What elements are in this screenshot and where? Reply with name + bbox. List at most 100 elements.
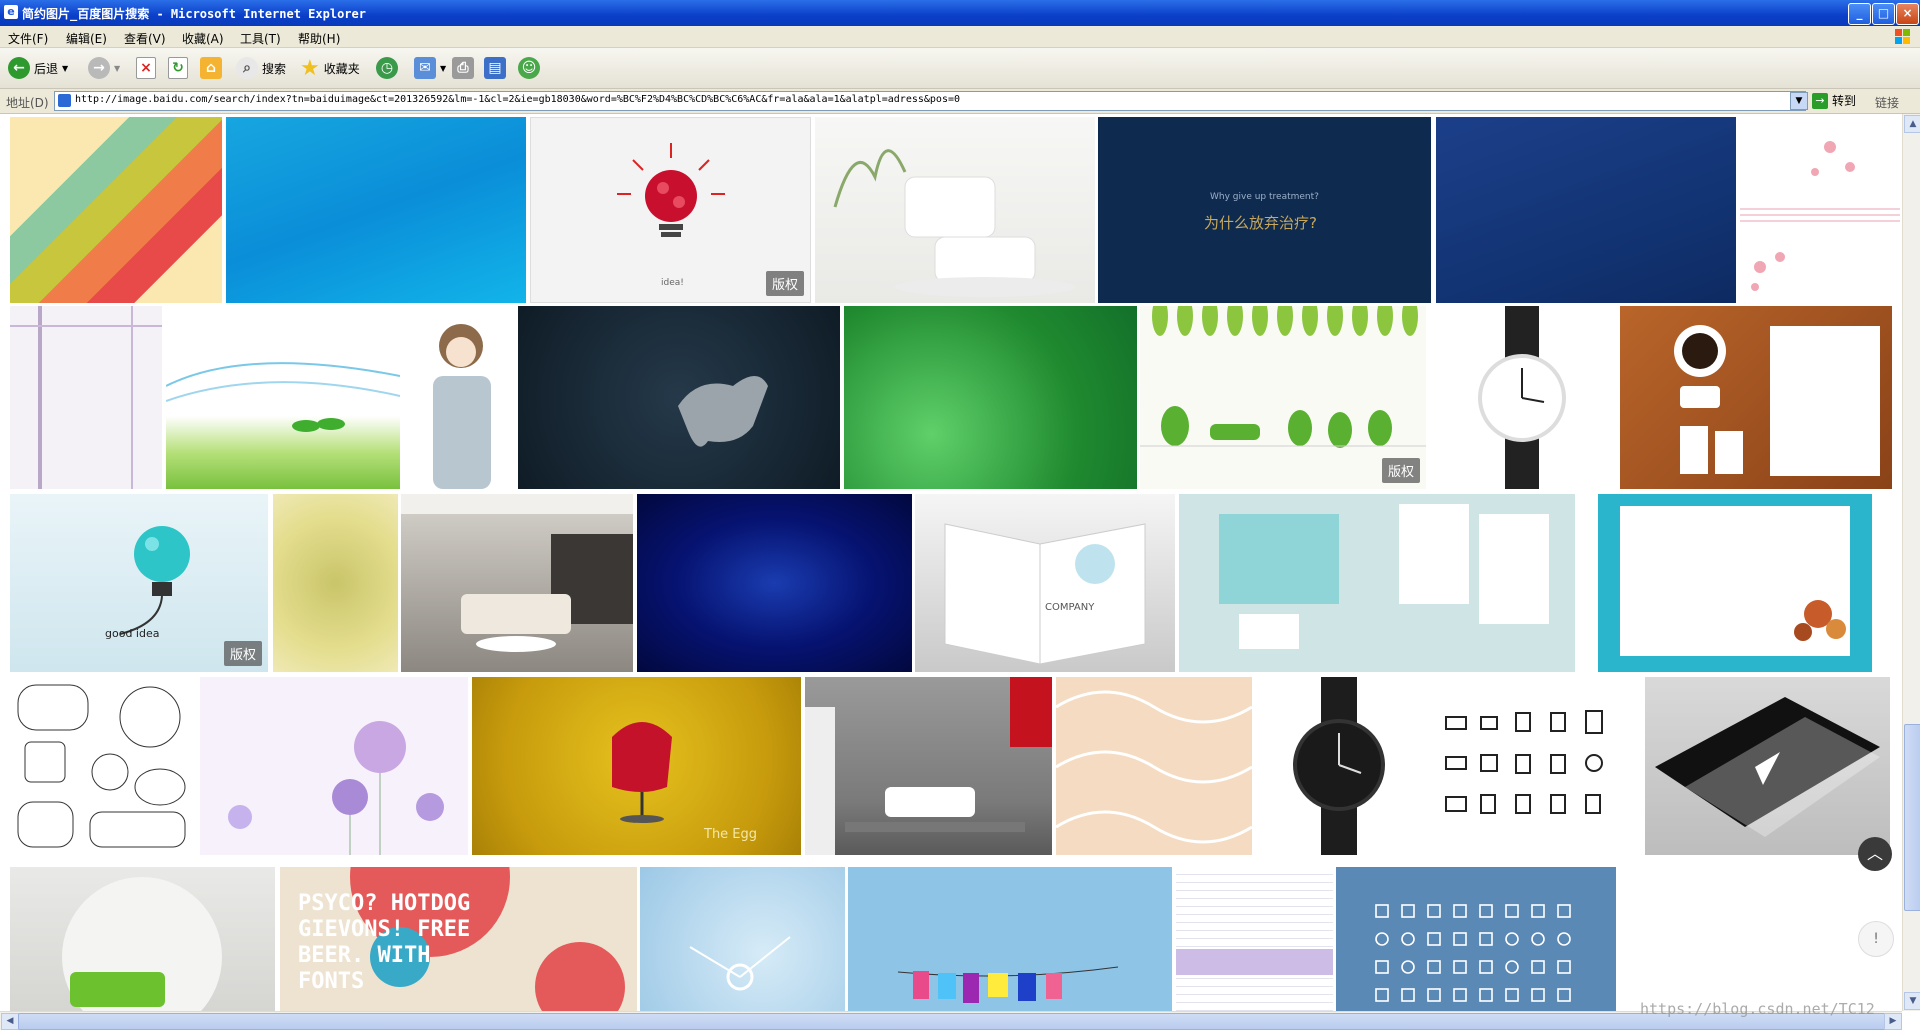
edit-button[interactable]: ▤ — [484, 55, 506, 81]
scroll-right-icon[interactable]: ▶ — [1884, 1013, 1902, 1030]
mail-button[interactable]: ✉ ▼ — [414, 55, 446, 81]
result-image[interactable] — [848, 867, 1172, 1011]
stop-icon: × — [136, 57, 156, 79]
image-caption: The Egg — [704, 827, 758, 842]
result-image[interactable] — [1336, 867, 1616, 1011]
result-image[interactable] — [166, 306, 400, 489]
links-label[interactable]: 链接 — [1875, 94, 1899, 111]
maximize-button[interactable]: □ — [1872, 3, 1895, 25]
forward-button[interactable]: → ▼ — [88, 55, 120, 81]
result-image[interactable] — [401, 494, 633, 672]
result-image[interactable] — [1179, 494, 1575, 672]
back-to-top-button[interactable]: ︿ — [1858, 837, 1892, 871]
vertical-scrollbar[interactable]: ▲ ▼ — [1902, 114, 1920, 1011]
menu-view[interactable]: 查看(V) — [124, 30, 166, 47]
copyright-badge: 版权 — [223, 641, 262, 666]
result-image[interactable] — [10, 677, 197, 855]
mail-icon: ✉ — [414, 57, 436, 79]
forward-arrow-icon: → — [88, 57, 110, 79]
address-bar: 地址(D) http://image.baidu.com/search/inde… — [0, 89, 1920, 114]
close-button[interactable]: × — [1896, 3, 1919, 25]
menu-edit[interactable]: 编辑(E) — [66, 30, 107, 47]
result-image[interactable] — [1436, 117, 1736, 303]
scrollbar-thumb[interactable] — [1904, 724, 1920, 911]
star-icon: ★ — [300, 55, 320, 81]
favorites-button[interactable]: ★ 收藏夹 — [300, 55, 360, 81]
favorites-label: 收藏夹 — [323, 61, 360, 76]
result-image[interactable] — [10, 867, 275, 1011]
result-image[interactable] — [403, 306, 515, 489]
floral-border-illustration — [10, 306, 162, 489]
result-image[interactable]: good idea 版权 — [10, 494, 268, 672]
result-image[interactable] — [273, 494, 398, 672]
result-image[interactable] — [640, 867, 845, 1011]
result-image[interactable] — [518, 306, 840, 489]
menu-file[interactable]: 文件(F) — [8, 30, 48, 47]
result-image[interactable]: Why give up treatment? 为什么放弃治疗? — [1098, 117, 1431, 303]
result-image[interactable] — [1620, 306, 1892, 489]
refresh-button[interactable]: ↻ — [168, 55, 188, 81]
result-image[interactable] — [1056, 677, 1252, 855]
menu-tools[interactable]: 工具(T) — [240, 30, 281, 47]
image-caption: 为什么放弃治疗? — [1204, 214, 1317, 232]
search-button[interactable]: ⌕ 搜索 — [236, 55, 286, 81]
go-arrow-icon: → — [1812, 92, 1828, 109]
home-button[interactable]: ⌂ — [200, 55, 222, 81]
result-image[interactable] — [200, 677, 468, 855]
messenger-button[interactable]: ☺ — [518, 55, 540, 81]
result-image[interactable] — [1740, 117, 1900, 303]
image-caption: COMPANY — [1045, 602, 1095, 613]
address-url[interactable]: http://image.baidu.com/search/index?tn=b… — [75, 94, 960, 105]
scroll-up-icon[interactable]: ▲ — [1904, 115, 1920, 133]
result-image[interactable] — [1255, 677, 1423, 855]
result-image[interactable]: COMPANY — [915, 494, 1175, 672]
address-input[interactable]: http://image.baidu.com/search/index?tn=b… — [54, 91, 1806, 111]
result-image[interactable] — [1176, 867, 1333, 1011]
feedback-button[interactable]: ! — [1858, 921, 1894, 957]
go-button[interactable]: → 转到 — [1812, 92, 1856, 109]
address-dropdown-button[interactable]: ▼ — [1790, 92, 1808, 110]
printer-icon: ⎙ — [452, 57, 474, 79]
business-card-mockup-photo — [1655, 697, 1880, 837]
coffee-stationery-photo — [1674, 325, 1880, 476]
print-button[interactable]: ⎙ — [452, 55, 474, 81]
black-watch-photo — [1293, 677, 1385, 855]
scroll-left-icon[interactable]: ◀ — [1, 1013, 19, 1030]
history-button[interactable]: ◷ — [376, 55, 398, 81]
result-image[interactable]: idea! 版权 — [530, 117, 811, 303]
result-image[interactable] — [1426, 677, 1642, 855]
puma-logo-image — [678, 376, 768, 447]
result-image[interactable]: PSYCO? HOTDOG GIEVONS! FREE BEER. WITH F… — [280, 867, 637, 1011]
result-image[interactable] — [1430, 306, 1617, 489]
image-caption: PSYCO? HOTDOG GIEVONS! FREE BEER. WITH F… — [298, 891, 471, 994]
result-image[interactable] — [805, 677, 1052, 855]
result-image[interactable] — [10, 117, 222, 303]
menu-favorites[interactable]: 收藏(A) — [182, 30, 224, 47]
horizontal-scrollbar[interactable]: ◀ ▶ — [0, 1011, 1902, 1030]
result-image[interactable] — [226, 117, 526, 303]
result-image[interactable] — [1598, 494, 1872, 672]
image-caption: Why give up treatment? — [1210, 192, 1319, 202]
grey-room-sofa-photo — [805, 677, 1052, 855]
result-image[interactable]: The Egg — [472, 677, 801, 855]
scroll-down-icon[interactable]: ▼ — [1904, 992, 1920, 1010]
back-label: 后退 — [34, 61, 59, 76]
result-image[interactable] — [637, 494, 912, 672]
result-image[interactable]: 版权 — [1140, 306, 1426, 489]
sakura-blossom-illustration — [1740, 141, 1900, 291]
menu-help[interactable]: 帮助(H) — [298, 30, 340, 47]
result-image[interactable] — [844, 306, 1137, 489]
scrollbar-thumb[interactable] — [18, 1013, 1886, 1030]
living-room-photo — [401, 494, 633, 652]
white-ui-icons-illustration — [1375, 904, 1571, 1002]
windows-logo-icon — [1895, 29, 1910, 44]
minimize-button[interactable]: _ — [1848, 3, 1871, 25]
back-button[interactable]: ← 后退 ▼ — [8, 55, 68, 81]
autumn-leaves-frame-illustration — [1794, 600, 1846, 641]
stop-button[interactable]: × — [136, 55, 156, 81]
toolbar: ← 后退 ▼ → ▼ × ↻ ⌂ ⌕ 搜索 ★ 收藏夹 ◷ ✉ ▼ ⎙ ▤ ☺ — [0, 48, 1920, 89]
result-image[interactable] — [815, 117, 1095, 303]
result-image[interactable] — [1645, 677, 1890, 855]
result-image[interactable] — [10, 306, 162, 489]
history-icon: ◷ — [376, 57, 398, 79]
